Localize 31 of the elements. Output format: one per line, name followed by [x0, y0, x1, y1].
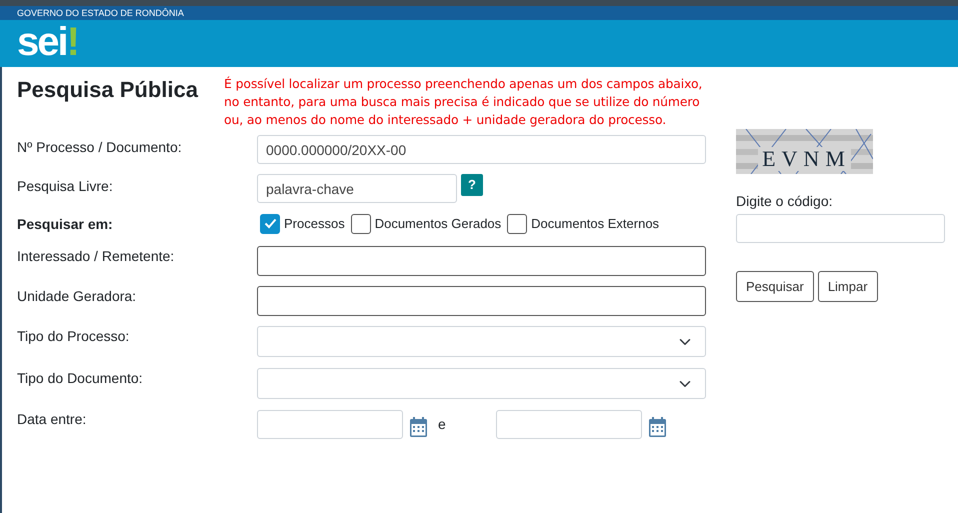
- captcha-label: Digite o código:: [736, 192, 833, 211]
- code-field[interactable]: [736, 214, 945, 243]
- field-label: Interessado / Remetente:: [17, 247, 174, 266]
- calendar-icon[interactable]: [648, 416, 666, 436]
- calendar-icon[interactable]: [410, 416, 427, 436]
- field-label: Data entre:: [17, 410, 86, 429]
- date-field[interactable]: [496, 410, 642, 439]
- check-icon: [264, 218, 276, 229]
- field-label: Tipo do Documento:: [17, 369, 143, 388]
- checkbox[interactable]: [507, 214, 528, 234]
- text-field[interactable]: [257, 286, 706, 316]
- field-label: Nº Processo / Documento:: [17, 138, 182, 157]
- field-label: Unidade Geradora:: [17, 287, 136, 306]
- government-name: GOVERNO DO ESTADO DE RONDÔNIA: [17, 8, 184, 18]
- field-label: Pesquisar em:: [17, 215, 113, 234]
- action-button[interactable]: Pesquisar: [736, 271, 814, 302]
- notice-text: É possível localizar um processo preenchendo apenas um dos campos abaixo, no entanto, para uma busca mais precisa é indicado que se utilize do número ou, ao menos do nome do interessado + unidade geradora do processo.: [224, 75, 704, 129]
- date-field[interactable]: [257, 410, 403, 439]
- checkbox[interactable]: [260, 214, 280, 234]
- help-button[interactable]: ?: [461, 174, 483, 196]
- checkbox-label: Documentos Externos: [531, 214, 660, 233]
- text-field[interactable]: [257, 246, 706, 276]
- date-separator: e: [438, 415, 446, 434]
- field-label: Tipo do Processo:: [17, 327, 130, 346]
- checkbox-label: Processos: [284, 214, 345, 233]
- captcha-code: EVNM: [758, 147, 851, 171]
- action-button[interactable]: Limpar: [818, 271, 878, 302]
- field-label: Pesquisa Livre:: [17, 177, 113, 196]
- page-title: Pesquisa Pública: [17, 76, 200, 104]
- checkbox[interactable]: [350, 214, 371, 234]
- checkbox-label: Documentos Gerados: [374, 214, 502, 233]
